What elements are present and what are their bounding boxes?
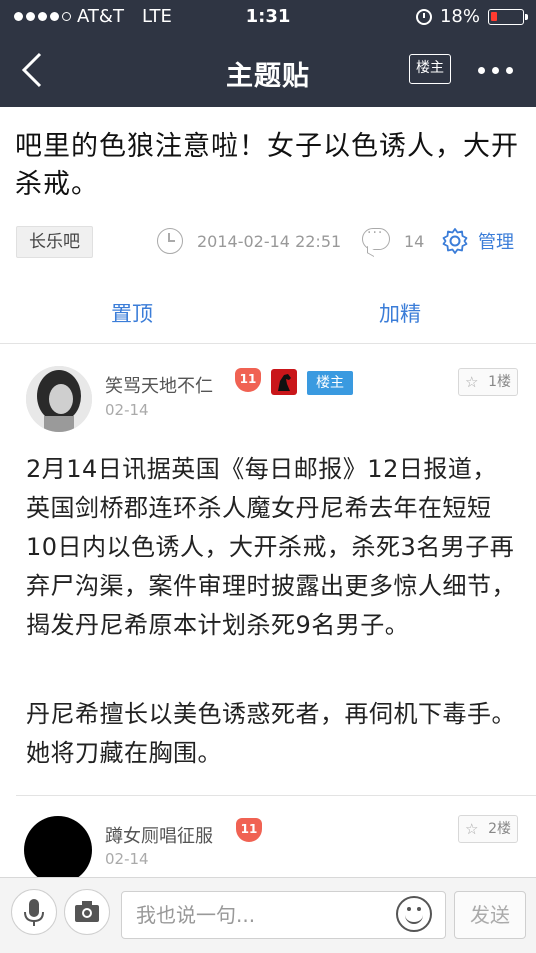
post-meta: 长乐吧 2014-02-14 22:51 14 管理 [0, 224, 536, 260]
alarm-icon [415, 8, 432, 25]
navigation-bar: 主题贴 楼主 [0, 34, 536, 107]
level-badge: 11 [236, 818, 262, 842]
avatar-image [26, 366, 92, 432]
dot-icon [478, 67, 485, 74]
floor-number: ☆ 1楼 [458, 368, 518, 396]
feature-button[interactable]: 加精 [379, 298, 421, 328]
post-actions: 置顶 加精 [0, 290, 536, 336]
floor-date: 02-14 [105, 850, 149, 868]
star-icon: ☆ [465, 373, 479, 391]
floor-number: ☆ 2楼 [458, 815, 518, 843]
horse-badge-icon [271, 369, 297, 395]
divider [16, 795, 536, 796]
post-content-paragraph: 2月14日讯据英国《每日邮报》12日报道，英国剑桥郡连环杀人魔女丹尼希去年在短短… [26, 455, 516, 639]
voice-button[interactable] [11, 889, 57, 935]
gear-icon[interactable] [441, 227, 469, 255]
forum-tag[interactable]: 长乐吧 [16, 226, 93, 258]
star-icon: ☆ [465, 820, 479, 838]
photo-button[interactable] [64, 889, 110, 935]
top-bar: AT&T LTE 1:31 18% 主题贴 楼主 [0, 0, 536, 107]
status-bar: AT&T LTE 1:31 18% [0, 0, 536, 34]
camera-icon [75, 901, 99, 922]
manage-link[interactable]: 管理 [478, 228, 514, 254]
comment-icon [362, 225, 390, 250]
post-title: 吧里的色狼注意啦！女子以色诱人，大开杀戒。 [15, 131, 519, 200]
level-badge: 11 [235, 368, 261, 392]
emoji-button[interactable] [396, 896, 432, 932]
reply-count: 14 [404, 232, 425, 251]
battery-percent: 18% [439, 6, 480, 27]
more-menu-button[interactable] [478, 67, 513, 74]
reply-bar: 我也说一句... 发送 [0, 877, 536, 953]
dot-icon [492, 67, 499, 74]
post-datetime: 2014-02-14 22:51 [197, 232, 342, 251]
avatar[interactable] [26, 366, 92, 432]
avatar[interactable] [24, 816, 92, 884]
post-content-paragraph: 丹尼希擅长以美色诱惑死者，再伺机下毒手。她将刀藏在胸围。 [26, 700, 516, 767]
floor-label: 2楼 [488, 821, 511, 837]
page-title: 主题贴 [226, 61, 310, 92]
floor-label: 1楼 [488, 374, 511, 390]
floor-date: 02-14 [105, 401, 149, 419]
username[interactable]: 蹲女厕唱征服 [105, 822, 213, 848]
send-button[interactable]: 发送 [454, 891, 526, 939]
clock-icon [157, 228, 183, 254]
username[interactable]: 笑骂天地不仁 [105, 372, 213, 398]
divider [0, 343, 536, 344]
microphone-icon [24, 899, 44, 926]
dot-icon [506, 67, 513, 74]
battery-icon [488, 8, 528, 25]
pin-button[interactable]: 置顶 [111, 298, 153, 328]
only-owner-button[interactable]: 楼主 [409, 54, 451, 84]
owner-tag: 楼主 [307, 371, 353, 395]
